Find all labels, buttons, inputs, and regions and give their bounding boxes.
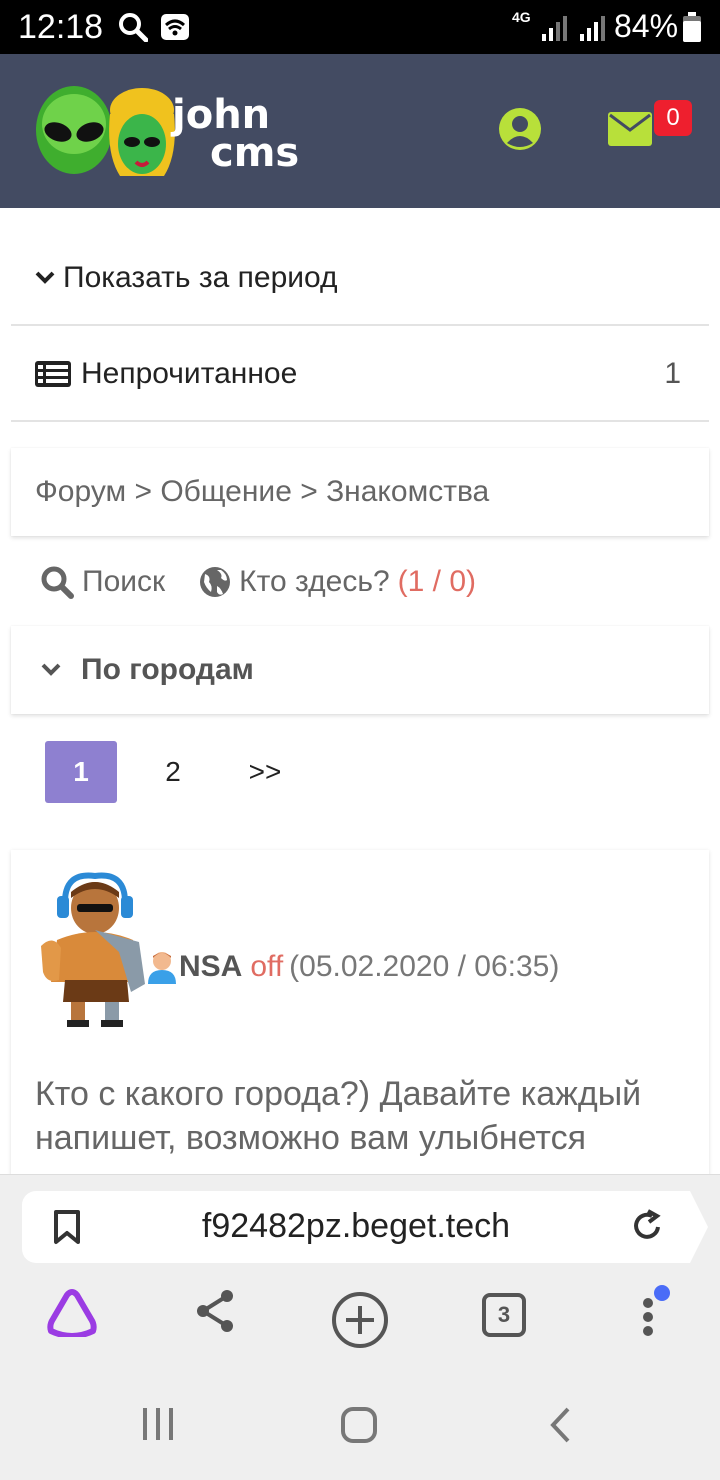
search-link[interactable]: Поиск [82, 565, 165, 599]
pagination: 1 2 >> [45, 741, 301, 803]
post-author[interactable]: NSA [179, 950, 242, 984]
unread-label: Непрочитанное [81, 357, 298, 390]
address-bar[interactable]: f92482pz.beget.tech [22, 1191, 708, 1263]
tabs-count: 3 [497, 1302, 511, 1327]
globe-icon [200, 567, 231, 597]
recent-apps-icon[interactable] [140, 1406, 176, 1442]
site-logo[interactable]: john cms [30, 84, 320, 184]
status-time: 12:18 [18, 8, 104, 46]
browser-toolbar: f92482pz.beget.tech 3 [0, 1174, 720, 1370]
unread-count: 1 [664, 357, 681, 390]
online-status: off [250, 950, 284, 983]
list-icon [35, 361, 71, 387]
post-date: (05.02.2020 / 06:35) [289, 950, 560, 983]
status-bar: 12:18 4G 84% [0, 0, 720, 54]
unread-link[interactable]: Непрочитанное 1 [11, 328, 709, 422]
more-menu-icon[interactable] [630, 1283, 670, 1339]
signal-icon-2 [580, 16, 605, 41]
user-profile-icon[interactable] [498, 107, 542, 151]
logo-line-2: cms [210, 130, 300, 176]
user-avatar[interactable] [35, 872, 155, 1027]
search-icon [119, 13, 148, 42]
mail-count-badge[interactable]: 0 [654, 100, 692, 136]
topic-title: По городам [81, 653, 254, 686]
back-icon[interactable] [548, 1406, 572, 1444]
page-1-button[interactable]: 1 [45, 741, 117, 803]
logo-line-1: john [172, 92, 271, 138]
forum-post: NSA off (05.02.2020 / 06:35) Кто с каког… [11, 850, 709, 1180]
reload-icon[interactable] [632, 1209, 664, 1243]
system-nav-bar [0, 1370, 720, 1480]
wifi-icon [161, 14, 189, 40]
post-meta: NSA off (05.02.2020 / 06:35) [147, 950, 559, 984]
breadcrumb: Форум > Общение > Знакомства [11, 448, 709, 536]
search-icon [41, 566, 74, 599]
tabs-counter[interactable]: 3 [482, 1293, 526, 1337]
breadcrumb-path[interactable]: Форум > Общение > Знакомства [35, 475, 489, 509]
chevron-down-icon [41, 663, 61, 676]
new-tab-plus-icon[interactable] [331, 1291, 389, 1349]
post-text: Кто с какого города?) Давайте каждый нап… [35, 1075, 642, 1157]
alien-logo-icon [36, 86, 175, 176]
alice-assistant-icon[interactable] [45, 1289, 99, 1337]
period-label: Показать за период [63, 261, 338, 294]
forum-tools: Поиск Кто здесь? (1 / 0) [40, 558, 476, 606]
page-url[interactable]: f92482pz.beget.tech [22, 1207, 690, 1246]
user-icon [148, 952, 176, 984]
next-page-button[interactable]: >> [229, 741, 301, 803]
site-header: john cms 0 [0, 54, 720, 208]
home-icon[interactable] [340, 1406, 378, 1444]
logo-text: john cms [172, 92, 300, 176]
chevron-down-icon [35, 271, 55, 284]
mail-icon[interactable] [608, 112, 652, 146]
network-type: 4G [512, 9, 531, 25]
who-here-link[interactable]: Кто здесь? [239, 565, 390, 599]
who-here-count[interactable]: (1 / 0) [398, 565, 476, 599]
share-icon[interactable] [195, 1289, 235, 1333]
show-period-toggle[interactable]: Показать за период [11, 232, 709, 326]
topic-title-box[interactable]: По городам [11, 626, 709, 714]
page-2-button[interactable]: 2 [137, 741, 209, 803]
battery-percent: 84% [614, 8, 679, 44]
signal-icon [542, 16, 567, 41]
battery-icon [683, 12, 701, 42]
